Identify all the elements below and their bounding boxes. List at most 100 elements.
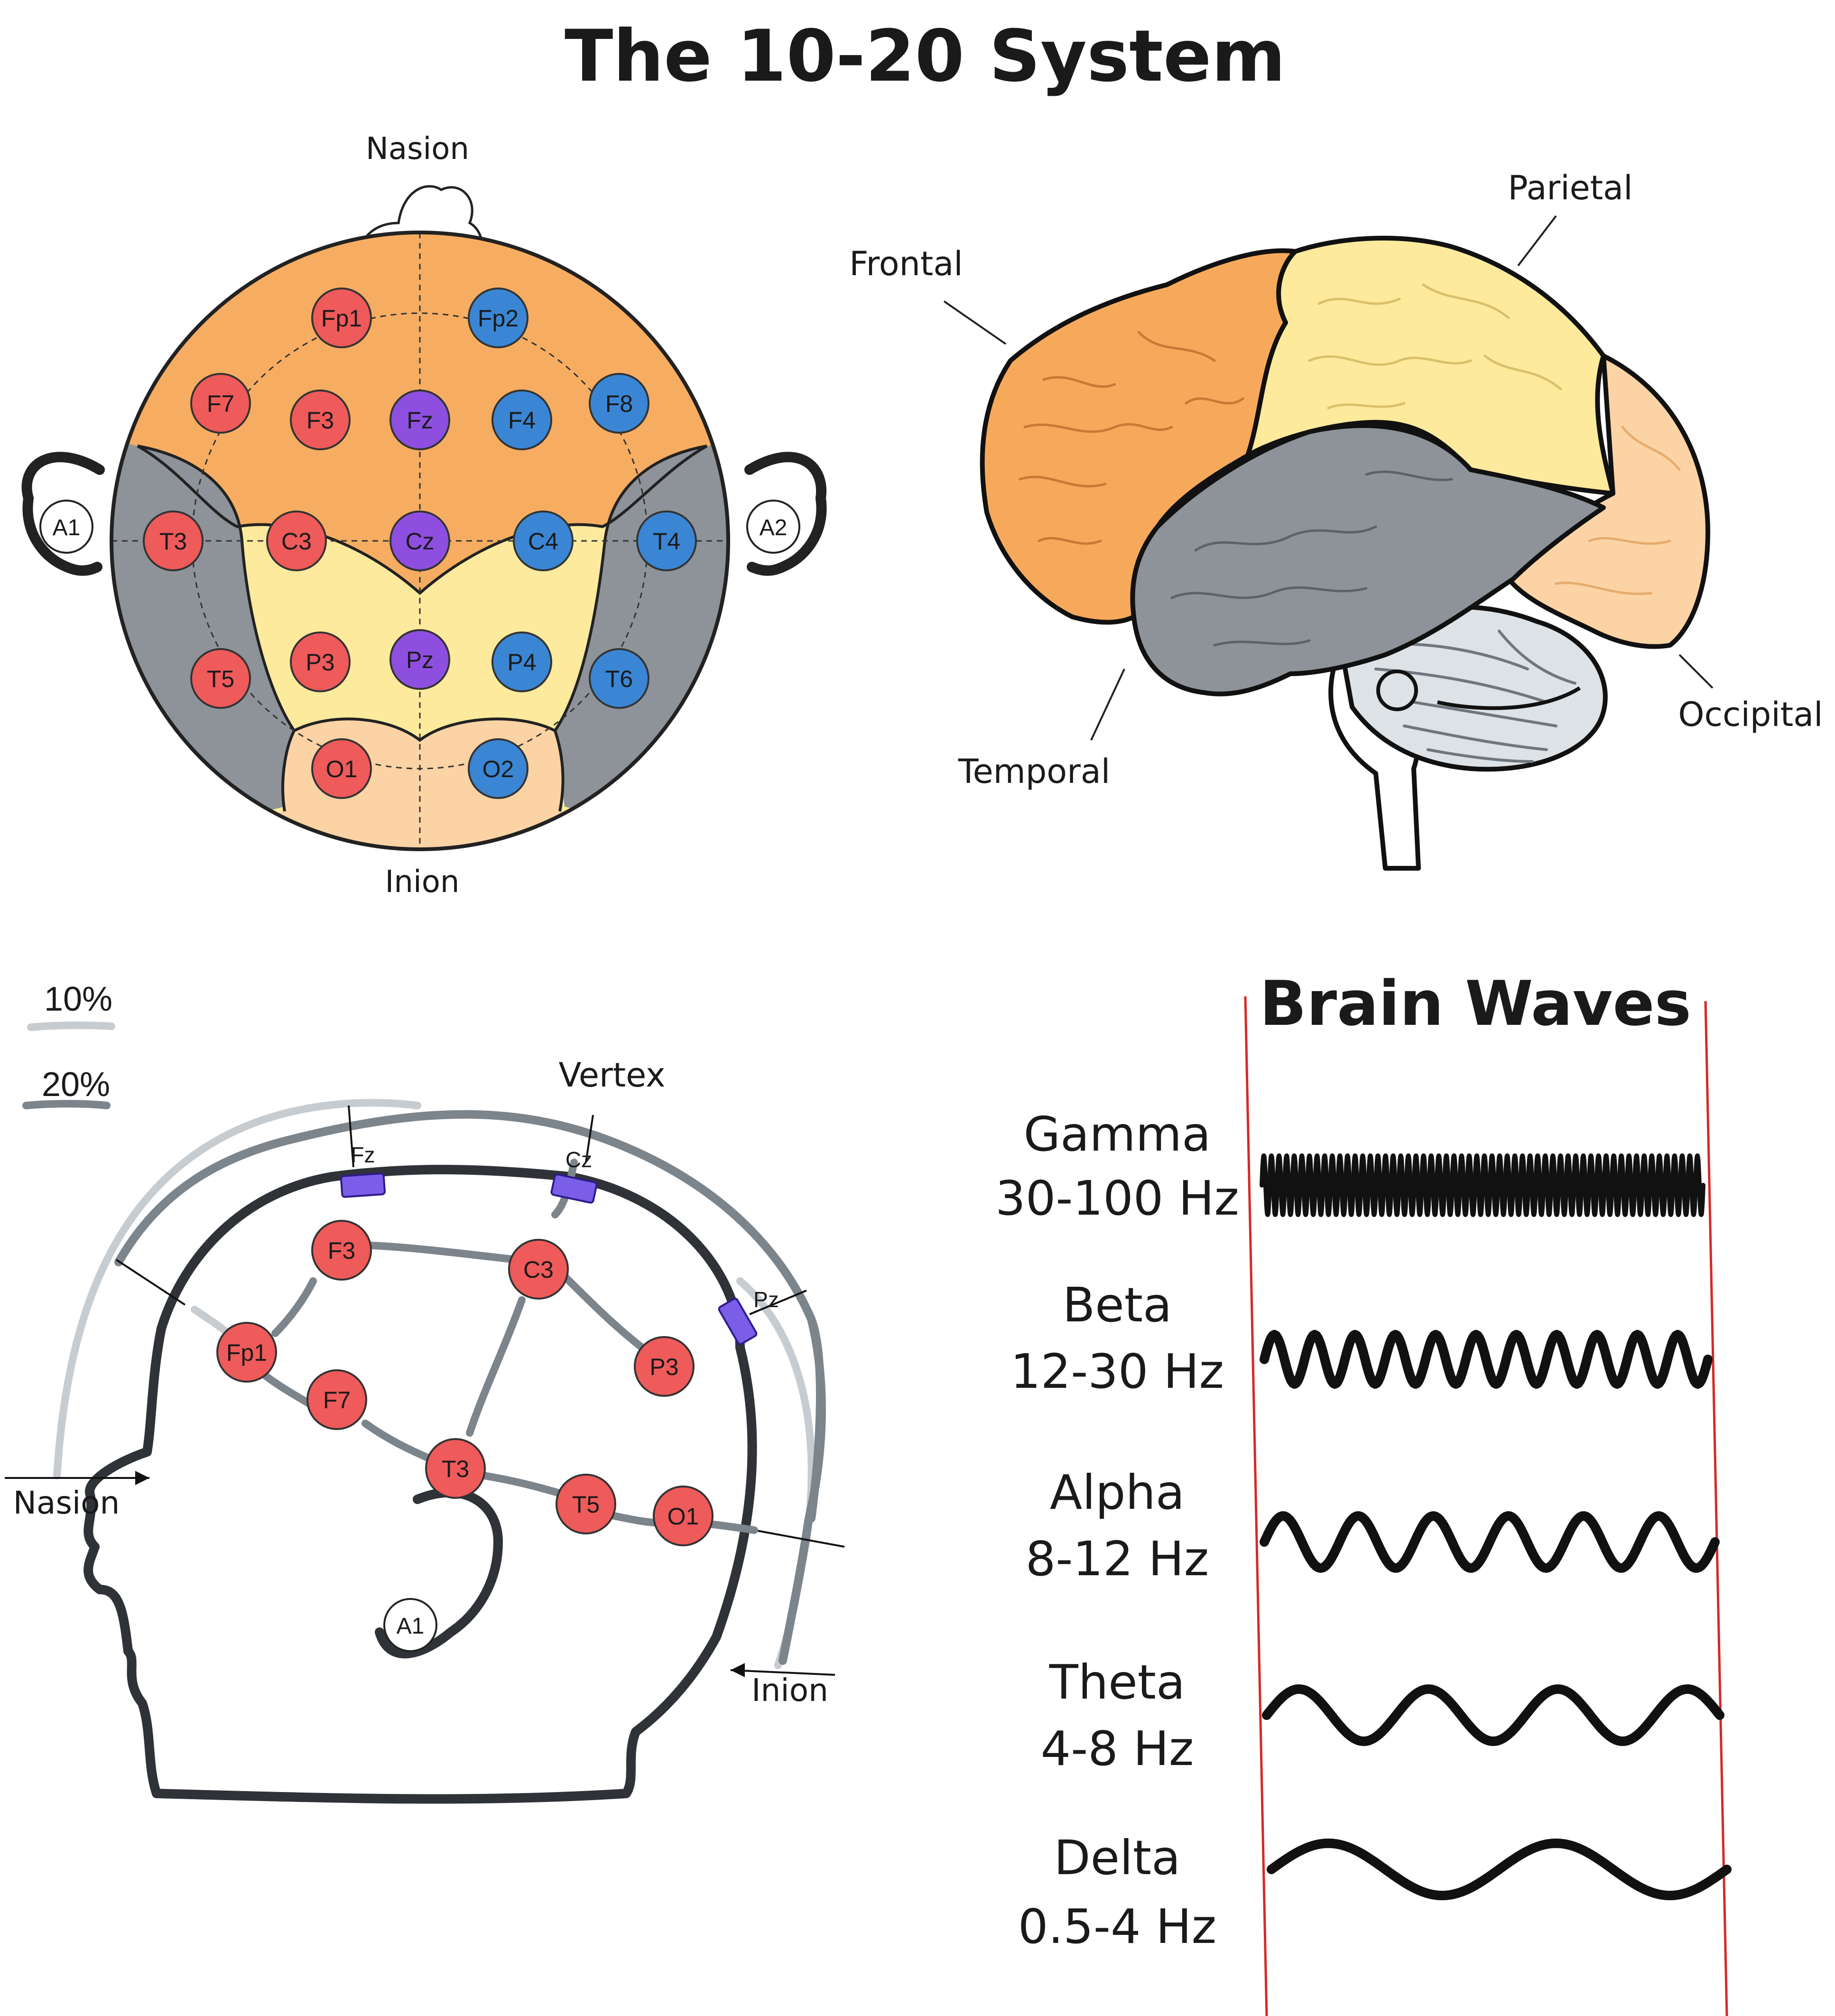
svg-text:O1: O1 xyxy=(667,1503,699,1530)
side-ear-reference-a1: A1 xyxy=(383,1598,437,1652)
electrode-p4: P4 xyxy=(491,632,552,692)
wave-name-delta: Delta xyxy=(1054,1830,1181,1886)
side-electrode-f7: F7 xyxy=(306,1369,367,1430)
ear-reference-a2: A2 xyxy=(746,500,800,554)
wave-trace-theta xyxy=(1262,1684,1724,1746)
electrode-f7: F7 xyxy=(190,373,251,434)
wave-traces xyxy=(1260,1153,1732,1900)
svg-text:T4: T4 xyxy=(653,528,680,555)
svg-text:Fp1: Fp1 xyxy=(321,305,362,332)
brain-lateral-view: Frontal Parietal Temporal Occipital xyxy=(849,168,1823,871)
electrode-o2: O2 xyxy=(468,738,528,799)
wave-name-theta: Theta xyxy=(1049,1654,1185,1710)
electrode-t4: T4 xyxy=(636,511,697,571)
svg-text:Pz: Pz xyxy=(753,1287,779,1312)
electrode-f8: F8 xyxy=(589,373,649,434)
svg-text:Pz: Pz xyxy=(406,647,434,673)
svg-text:O2: O2 xyxy=(482,756,514,782)
svg-text:A1: A1 xyxy=(53,515,81,540)
svg-text:Cz: Cz xyxy=(405,528,434,555)
svg-text:P3: P3 xyxy=(649,1354,678,1380)
svg-text:Fz: Fz xyxy=(407,407,433,434)
electrode-t3: T3 xyxy=(143,511,204,571)
side-nasion-label: Nasion xyxy=(13,1485,120,1521)
side-head-outline xyxy=(83,1165,757,1804)
wave-range-alpha: 8-12 Hz xyxy=(1026,1531,1209,1587)
legend: 10% 20% xyxy=(22,980,115,1109)
svg-text:T3: T3 xyxy=(159,528,187,555)
wave-range-beta: 12-30 Hz xyxy=(1010,1344,1224,1399)
svg-text:C3: C3 xyxy=(523,1256,554,1283)
electrode-c4: C4 xyxy=(513,511,574,571)
svg-text:F7: F7 xyxy=(323,1387,351,1413)
side-electrode-o1: O1 xyxy=(653,1486,714,1546)
svg-text:Fp1: Fp1 xyxy=(226,1339,267,1366)
wave-range-delta: 0.5-4 Hz xyxy=(1018,1899,1216,1954)
right-guide-line xyxy=(1704,1001,1728,2016)
side-electrode-t5: T5 xyxy=(556,1474,616,1534)
svg-text:F3: F3 xyxy=(328,1237,355,1264)
inion-label: Inion xyxy=(385,864,460,900)
wave-name-beta: Beta xyxy=(1063,1277,1172,1333)
svg-text:F8: F8 xyxy=(605,390,633,417)
svg-text:Cz: Cz xyxy=(565,1147,592,1172)
wave-name-alpha: Alpha xyxy=(1050,1465,1185,1520)
svg-text:T6: T6 xyxy=(605,666,633,692)
brain-waves-panel: Brain Waves Gamma 30-100 Hz Beta 12-30 Hz Al… xyxy=(995,967,1732,2016)
svg-text:F4: F4 xyxy=(508,407,536,434)
side-view-head: 10% 20% A1 Fz CzPz F3C3Fp1P3F7T3T5 O1 Ve… xyxy=(5,980,845,1804)
side-electrode-p3: P3 xyxy=(634,1336,695,1397)
diagram-canvas: The 10-20 System Nasion Inion A1 A2 Fp1 … xyxy=(5,15,1823,2016)
wave-name-gamma: Gamma xyxy=(1024,1106,1211,1162)
electrode-fp1: Fp1 xyxy=(311,288,372,348)
svg-text:A2: A2 xyxy=(760,515,788,540)
page-title: The 10-20 System xyxy=(565,15,1286,98)
electrode-cz: Cz xyxy=(389,511,450,571)
electrode-fz: Fz xyxy=(389,390,450,450)
svg-text:T5: T5 xyxy=(207,666,234,692)
svg-text:P3: P3 xyxy=(306,649,334,676)
side-view-electrodes: F3 C3 Fp1 P3 F7 T3 T5 O1 xyxy=(216,1220,714,1546)
electrode-t5: T5 xyxy=(190,648,251,709)
svg-text:C3: C3 xyxy=(281,528,312,555)
wave-trace-beta xyxy=(1260,1330,1713,1389)
side-electrode-c3: C3 xyxy=(508,1239,569,1300)
electrode-fp2: Fp2 xyxy=(468,288,528,348)
temporal-label: Temporal xyxy=(958,752,1111,791)
svg-text:Fp2: Fp2 xyxy=(478,305,519,332)
side-electrode-fp1: Fp1 xyxy=(216,1322,277,1383)
electrode-p3: P3 xyxy=(290,632,351,692)
vertex-label: Vertex xyxy=(558,1056,665,1095)
occipital-label: Occipital xyxy=(1678,695,1823,734)
svg-text:Fz: Fz xyxy=(351,1143,375,1167)
top-view-head: Nasion Inion A1 A2 Fp1 Fp2 F7 F3 Fz F4 F8 T3 C3 C… xyxy=(21,131,827,900)
wave-trace-alpha xyxy=(1260,1511,1720,1573)
electrode-pz: Pz xyxy=(389,629,450,690)
svg-text:F3: F3 xyxy=(306,407,334,434)
wave-trace-gamma xyxy=(1260,1153,1705,1217)
electrode-f3: F3 xyxy=(290,390,351,450)
wave-range-theta: 4-8 Hz xyxy=(1041,1721,1194,1776)
left-guide-line xyxy=(1244,996,1268,2016)
electrode-f4: F4 xyxy=(491,390,552,450)
svg-text:F7: F7 xyxy=(207,390,234,417)
electrode-t6: T6 xyxy=(589,648,649,709)
wave-trace-delta xyxy=(1267,1839,1732,1900)
electrode-o1: O1 xyxy=(311,738,372,799)
side-electrode-t3: T3 xyxy=(425,1438,486,1499)
wave-range-gamma: 30-100 Hz xyxy=(995,1171,1239,1226)
parietal-label: Parietal xyxy=(1508,168,1632,207)
brain-waves-title: Brain Waves xyxy=(1260,967,1691,1040)
side-electrode-f3: F3 xyxy=(311,1220,372,1281)
svg-text:O1: O1 xyxy=(326,756,358,782)
frontal-label: Frontal xyxy=(849,244,963,283)
svg-text:A1: A1 xyxy=(397,1614,425,1639)
wave-labels: Gamma 30-100 Hz Beta 12-30 Hz Alpha 8-12 Hz Th… xyxy=(995,1106,1239,1954)
ear-reference-a1: A1 xyxy=(39,500,93,554)
electrode-c3: C3 xyxy=(266,511,327,571)
svg-text:P4: P4 xyxy=(507,649,536,676)
svg-text:C4: C4 xyxy=(528,528,558,555)
nasion-label: Nasion xyxy=(366,131,469,167)
svg-text:T3: T3 xyxy=(442,1456,469,1482)
legend-10-label: 10% xyxy=(44,980,112,1018)
